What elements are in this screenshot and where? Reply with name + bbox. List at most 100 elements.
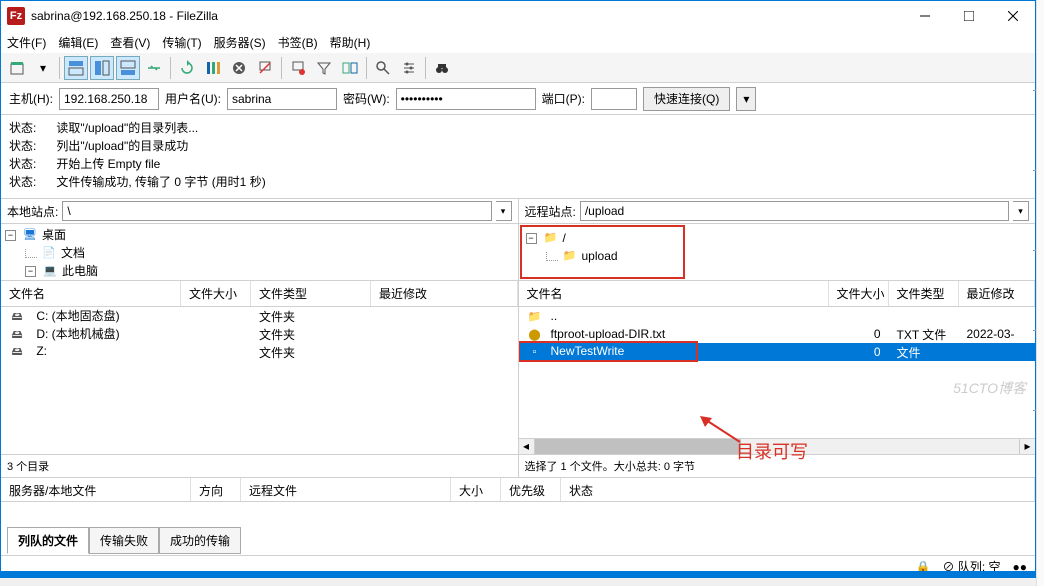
log-prefix: 状态: bbox=[9, 119, 36, 137]
file-icon: ⬤ bbox=[527, 326, 543, 342]
binoculars-icon[interactable] bbox=[430, 56, 454, 80]
pass-input[interactable] bbox=[396, 88, 536, 110]
remote-path-dropdown[interactable]: ▾ bbox=[1013, 201, 1029, 221]
local-tree[interactable]: −🖥桌面 📄文档 −💻此电脑 +🖴C: (本地固态盘) bbox=[1, 224, 518, 280]
local-footer: 3 个目录 bbox=[1, 454, 518, 477]
log-prefix: 状态: bbox=[9, 173, 36, 191]
quickconnect-button[interactable]: 快速连接(Q) bbox=[643, 87, 730, 111]
tab-queued[interactable]: 列队的文件 bbox=[7, 527, 89, 554]
file-icon: ▫ bbox=[527, 344, 543, 360]
remote-h-scrollbar[interactable]: ◂▸ bbox=[519, 438, 1036, 454]
compare-icon[interactable] bbox=[338, 56, 362, 80]
list-item[interactable]: ▫NewTestWrite0文件 bbox=[519, 343, 1036, 361]
tree-node[interactable]: 文档 bbox=[61, 244, 85, 262]
collapse-icon[interactable]: − bbox=[5, 230, 16, 241]
search-icon[interactable] bbox=[371, 56, 395, 80]
list-item[interactable]: 🖴 C: (本地固态盘)文件夹 bbox=[1, 307, 518, 325]
tab-success[interactable]: 成功的传输 bbox=[159, 527, 241, 554]
cancel-icon[interactable] bbox=[227, 56, 251, 80]
site-manager-icon[interactable] bbox=[5, 56, 29, 80]
col-name[interactable]: 文件名 bbox=[519, 281, 829, 306]
local-path-input[interactable] bbox=[62, 201, 491, 221]
col-remote[interactable]: 远程文件 bbox=[241, 478, 451, 501]
sync-browse-icon[interactable] bbox=[142, 56, 166, 80]
user-label: 用户名(U): bbox=[165, 90, 221, 107]
process-queue-icon[interactable] bbox=[201, 56, 225, 80]
toggle-tree-icon[interactable] bbox=[90, 56, 114, 80]
user-input[interactable] bbox=[227, 88, 337, 110]
log-prefix: 状态: bbox=[9, 155, 36, 173]
menubar: 文件(F) 编辑(E) 查看(V) 传输(T) 服务器(S) 书签(B) 帮助(… bbox=[1, 31, 1035, 53]
remote-tree[interactable]: −📁/ 📁upload bbox=[520, 225, 686, 279]
folder-up-icon: 📁 bbox=[527, 308, 543, 324]
quickconnect-dropdown[interactable]: ▾ bbox=[736, 87, 756, 111]
col-direction[interactable]: 方向 bbox=[191, 478, 241, 501]
col-status[interactable]: 状态 bbox=[561, 478, 1035, 501]
titlebar: Fz sabrina@192.168.250.18 - FileZilla bbox=[1, 1, 1035, 31]
col-modified[interactable]: 最近修改 bbox=[371, 281, 518, 306]
remote-path-input[interactable] bbox=[580, 201, 1009, 221]
tree-node[interactable]: 此电脑 bbox=[62, 262, 98, 280]
menu-help[interactable]: 帮助(H) bbox=[330, 34, 371, 51]
maximize-button[interactable] bbox=[947, 1, 991, 31]
transfer-rows[interactable] bbox=[1, 502, 1035, 524]
col-type[interactable]: 文件类型 bbox=[251, 281, 371, 306]
app-logo-icon: Fz bbox=[7, 7, 25, 25]
close-button[interactable] bbox=[991, 1, 1035, 31]
collapse-icon[interactable]: − bbox=[526, 233, 537, 244]
menu-view[interactable]: 查看(V) bbox=[110, 34, 150, 51]
folder-icon: 📁 bbox=[543, 230, 559, 246]
col-type[interactable]: 文件类型 bbox=[889, 281, 959, 306]
port-label: 端口(P): bbox=[542, 90, 585, 107]
local-rows[interactable]: 🖴 C: (本地固态盘)文件夹 🖴 D: (本地机械盘)文件夹 🖴 Z:文件夹 bbox=[1, 307, 518, 454]
toggle-queue-icon[interactable] bbox=[116, 56, 140, 80]
list-item[interactable]: 🖴 Z:文件夹 bbox=[1, 343, 518, 361]
col-priority[interactable]: 优先级 bbox=[501, 478, 561, 501]
host-input[interactable] bbox=[59, 88, 159, 110]
col-size[interactable]: 文件大小 bbox=[181, 281, 251, 306]
message-log[interactable]: 状态:读取"/upload"的目录列表... 状态:列出"/upload"的目录… bbox=[1, 115, 1035, 199]
port-input[interactable] bbox=[591, 88, 637, 110]
col-size[interactable]: 大小 bbox=[451, 478, 501, 501]
remote-columns: 文件名 文件大小 文件类型 最近修改 bbox=[519, 281, 1036, 307]
col-name[interactable]: 文件名 bbox=[1, 281, 181, 306]
col-file[interactable]: 服务器/本地文件 bbox=[1, 478, 191, 501]
collapse-icon[interactable]: − bbox=[25, 266, 36, 277]
local-path-dropdown[interactable]: ▾ bbox=[496, 201, 512, 221]
log-line: 开始上传 Empty file bbox=[56, 155, 160, 173]
col-size[interactable]: 文件大小 bbox=[829, 281, 889, 306]
menu-file[interactable]: 文件(F) bbox=[7, 34, 46, 51]
drive-icon: 🖴 bbox=[9, 344, 25, 360]
list-item[interactable]: 🖴 D: (本地机械盘)文件夹 bbox=[1, 325, 518, 343]
tree-node[interactable]: upload bbox=[582, 247, 618, 265]
list-item[interactable]: ⬤ftproot-upload-DIR.txt0TXT 文件2022-03- bbox=[519, 325, 1036, 343]
document-icon: 📄 bbox=[41, 245, 57, 261]
menu-bookmarks[interactable]: 书签(B) bbox=[278, 34, 318, 51]
drive-icon: 🖴 bbox=[9, 327, 25, 343]
menu-transfer[interactable]: 传输(T) bbox=[162, 34, 201, 51]
remote-rows[interactable]: 📁.. ⬤ftproot-upload-DIR.txt0TXT 文件2022-0… bbox=[519, 307, 1036, 438]
menu-edit[interactable]: 编辑(E) bbox=[58, 34, 98, 51]
col-modified[interactable]: 最近修改 bbox=[959, 281, 1036, 306]
settings-icon[interactable] bbox=[397, 56, 421, 80]
tree-node[interactable]: 桌面 bbox=[42, 226, 66, 244]
log-line: 文件传输成功, 传输了 0 字节 (用时1 秒) bbox=[56, 173, 265, 191]
reconnect-icon[interactable] bbox=[286, 56, 310, 80]
computer-icon: 💻 bbox=[42, 263, 58, 279]
filter-icon[interactable] bbox=[312, 56, 336, 80]
list-item[interactable]: 📁.. bbox=[519, 307, 1036, 325]
menu-server[interactable]: 服务器(S) bbox=[214, 34, 266, 51]
local-tree-pane: 本地站点: ▾ −🖥桌面 📄文档 −💻此电脑 +🖴C: (本地固态盘) bbox=[1, 199, 519, 280]
refresh-icon[interactable] bbox=[175, 56, 199, 80]
transfer-tabs: 列队的文件 传输失败 成功的传输 bbox=[1, 524, 1035, 555]
tree-node[interactable]: / bbox=[563, 229, 566, 247]
disconnect-icon[interactable] bbox=[253, 56, 277, 80]
tab-failed[interactable]: 传输失败 bbox=[89, 527, 159, 554]
quickconnect-bar: 主机(H): 用户名(U): 密码(W): 端口(P): 快速连接(Q) ▾ bbox=[1, 83, 1035, 115]
toggle-log-icon[interactable] bbox=[64, 56, 88, 80]
minimize-button[interactable] bbox=[903, 1, 947, 31]
window-title: sabrina@192.168.250.18 - FileZilla bbox=[31, 9, 903, 23]
folder-icon: 📁 bbox=[562, 248, 578, 264]
dropdown-icon[interactable]: ▾ bbox=[31, 56, 55, 80]
drive-icon: 🖴 bbox=[9, 309, 25, 325]
